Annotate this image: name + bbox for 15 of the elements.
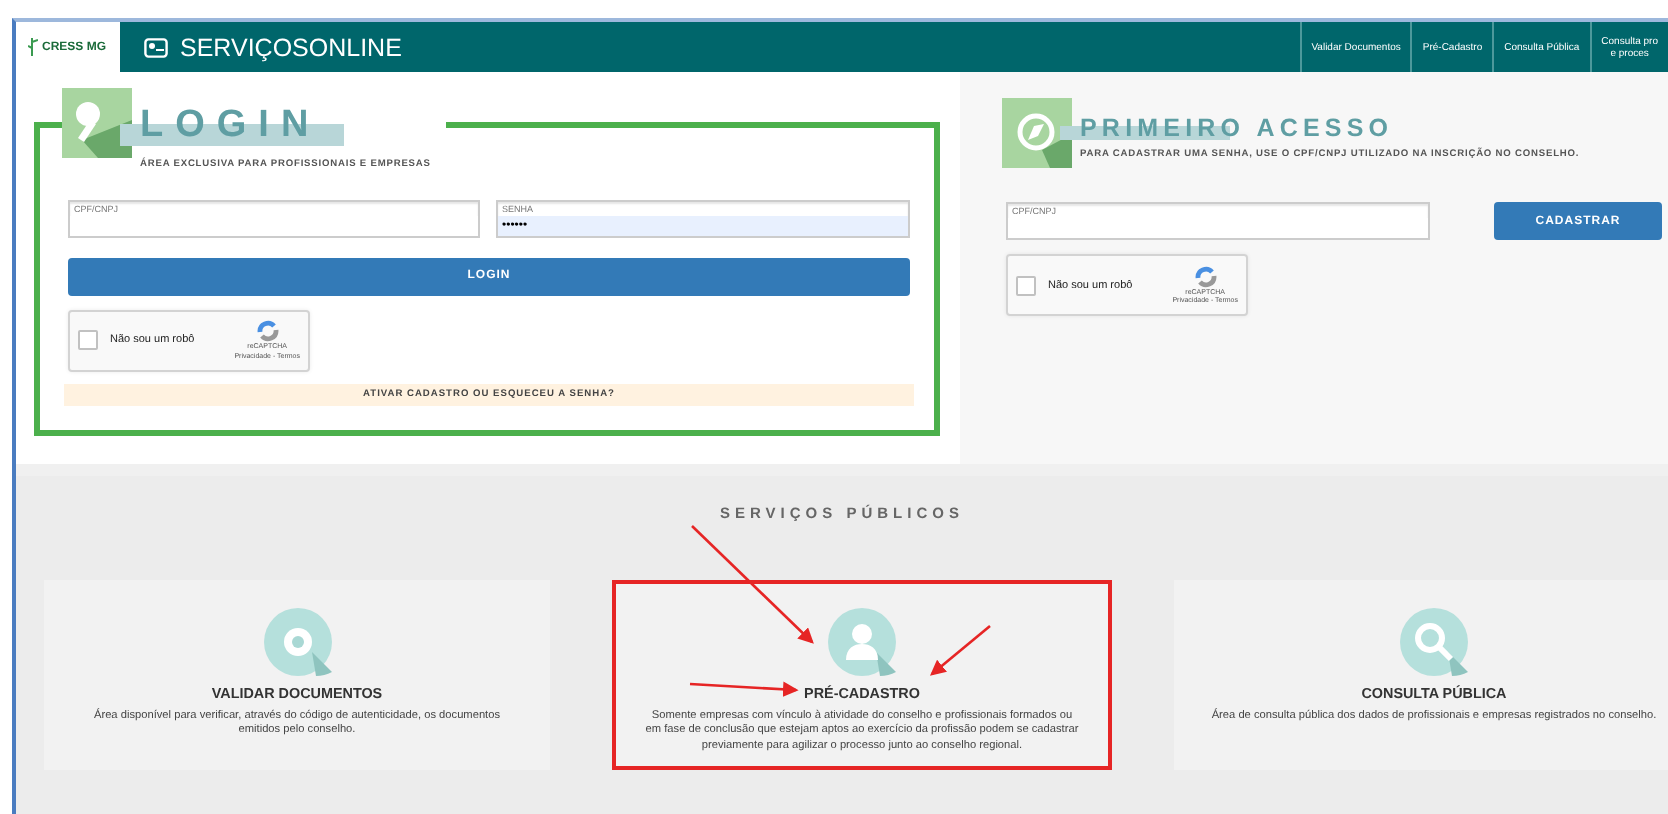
- annotation-arrow: [930, 625, 991, 676]
- seal-icon: [263, 608, 331, 676]
- captcha-checkbox[interactable]: [1016, 275, 1036, 295]
- annotation-arrow: [689, 681, 799, 698]
- leaf-icon: [28, 38, 38, 56]
- annotation-arrow: [691, 525, 814, 644]
- compass-icon: [1002, 98, 1072, 168]
- recaptcha-logo-icon: [1193, 265, 1218, 287]
- service-card[interactable]: [612, 580, 1112, 770]
- person-icon: [828, 608, 896, 676]
- captcha-checkbox[interactable]: [78, 330, 98, 350]
- site-title: SERVIÇOSONLINE: [180, 33, 402, 61]
- search-icon: [1400, 608, 1468, 676]
- monitor-icon: [144, 37, 168, 57]
- recaptcha-logo-icon: [255, 320, 280, 342]
